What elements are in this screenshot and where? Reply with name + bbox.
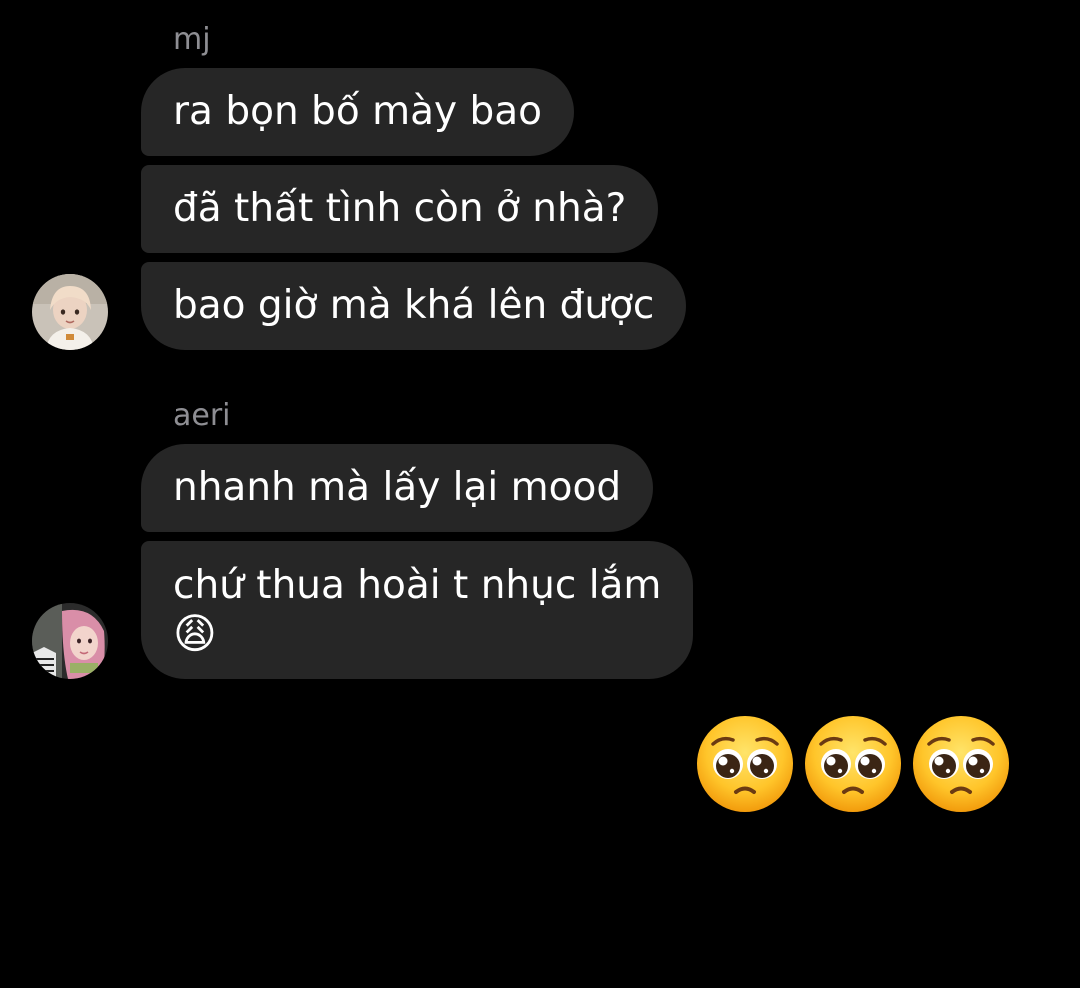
own-emoji-message[interactable] xyxy=(693,712,1013,816)
message-text: bao giờ mà khá lên được xyxy=(173,283,655,328)
avatar-aeri[interactable] xyxy=(32,603,108,679)
pleading-face-icon xyxy=(803,714,903,814)
sender-name-mj: mj xyxy=(173,22,211,57)
message-bubble[interactable]: bao giờ mà khá lên được xyxy=(141,262,687,350)
message-text: đã thất tình còn ở nhà? xyxy=(173,186,627,231)
avatar-mj[interactable] xyxy=(32,274,108,350)
message-text: ra bọn bố mày bao xyxy=(173,89,542,134)
weary-face-emoji: 😩 xyxy=(173,609,217,658)
pleading-face-icon xyxy=(911,714,1011,814)
message-bubble[interactable]: nhanh mà lấy lại mood xyxy=(141,444,654,532)
message-bubble[interactable]: ra bọn bố mày bao xyxy=(141,68,574,156)
message-bubble[interactable]: chứ thua hoài t nhục lắm 😩 xyxy=(141,541,694,679)
message-bubble[interactable]: đã thất tình còn ở nhà? xyxy=(141,165,659,253)
pleading-face-icon xyxy=(695,714,795,814)
sender-name-aeri: aeri xyxy=(173,398,231,433)
message-text: chứ thua hoài t nhục lắm xyxy=(173,563,662,608)
message-text: nhanh mà lấy lại mood xyxy=(173,465,622,510)
